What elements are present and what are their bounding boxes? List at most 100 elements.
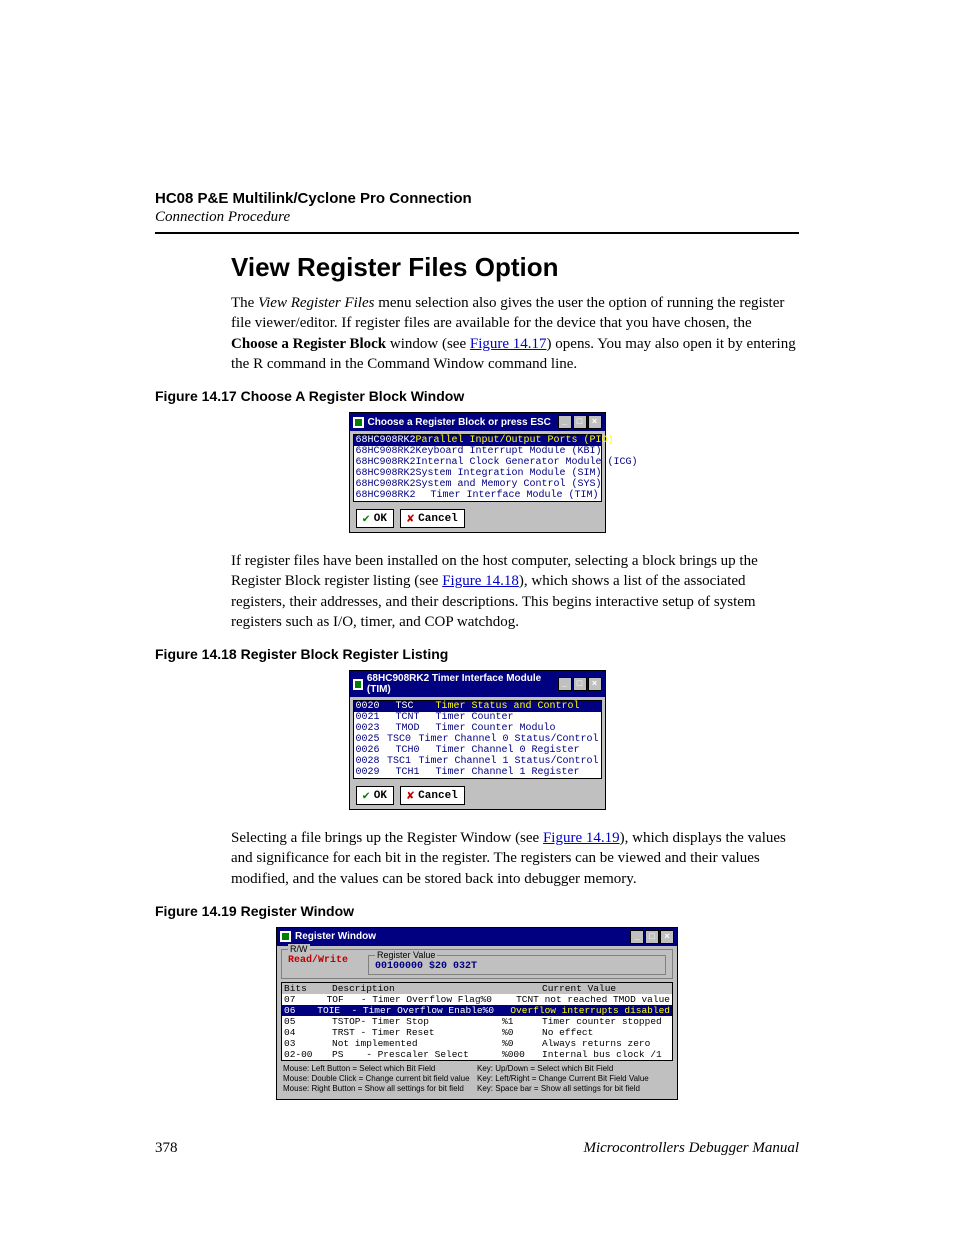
register-value-label: Register Value [375, 950, 437, 960]
list-item[interactable]: 68HC908RK2Timer Interface Module (TIM) [354, 490, 601, 501]
minimize-icon[interactable]: _ [558, 415, 572, 429]
page-number: 378 [155, 1140, 178, 1157]
fig18-titlebar: 68HC908RK2 Timer Interface Module (TIM) … [350, 671, 605, 697]
ok-label: OK [374, 513, 387, 525]
link-fig19[interactable]: Figure 14.19 [543, 830, 620, 846]
fig17-window-title: Choose a Register Block or press ESC [368, 417, 551, 428]
table-row[interactable]: 03Not implemented%0Always returns zero [282, 1038, 672, 1049]
maximize-icon[interactable]: □ [573, 415, 587, 429]
register-desc: Timer Channel 1 Register [436, 767, 599, 778]
list-item[interactable]: 68HC908RK2System and Memory Control (SYS… [354, 479, 601, 490]
cancel-label: Cancel [418, 513, 458, 525]
fig19-titlebar: Register Window _ □ × [277, 928, 677, 946]
window-buttons: _ □ × [557, 415, 602, 429]
fig19-container: Register Window _ □ × R/W Read/Write Reg… [155, 927, 799, 1100]
bit-meaning: No effect [542, 1027, 670, 1038]
manual-title: Microcontrollers Debugger Manual [583, 1140, 799, 1157]
cancel-button[interactable]: ✘Cancel [400, 786, 465, 805]
list-item[interactable]: 68HC908RK2Keyboard Interrupt Module (KBI… [354, 446, 601, 457]
register-name: TMOD [396, 723, 436, 734]
ok-button[interactable]: ✔OK [356, 786, 394, 805]
fig18-list[interactable]: 0020TSCTimer Status and Control0021TCNTT… [353, 700, 602, 779]
hint-line: Key: Left/Right = Change Current Bit Fie… [477, 1074, 671, 1084]
close-icon[interactable]: × [588, 677, 602, 691]
module-name: Keyboard Interrupt Module (KBI) [416, 446, 602, 457]
page: HC08 P&E Multilink/Cyclone Pro Connectio… [0, 0, 954, 1217]
rw-panel: R/W Read/Write Register Value 00100000 $… [281, 949, 673, 979]
module-name: System and Memory Control (SYS) [416, 479, 602, 490]
table-row[interactable]: 05TSTOP- Timer Stop%1Timer counter stopp… [282, 1016, 672, 1027]
bit-range: 06 [284, 1005, 317, 1016]
p1-italic: View Register Files [258, 295, 374, 311]
app-icon [280, 931, 291, 942]
para-1: The View Register Files menu selection a… [231, 293, 799, 374]
check-icon: ✔ [363, 511, 370, 526]
maximize-icon[interactable]: □ [573, 677, 587, 691]
list-item[interactable]: 0020TSCTimer Status and Control [354, 701, 601, 712]
rw-panel-row: Read/Write Register Value 00100000 $20 0… [288, 955, 666, 975]
bit-range: 02-00 [284, 1049, 332, 1060]
minimize-icon[interactable]: _ [630, 930, 644, 944]
device-name: 68HC908RK2 [356, 446, 416, 457]
fig17-button-row: ✔ OK ✘Cancel [350, 505, 605, 532]
bit-value: %0 [502, 1038, 542, 1049]
device-name: 68HC908RK2 [356, 468, 416, 479]
minimize-icon[interactable]: _ [558, 677, 572, 691]
table-header: BitsDescriptionCurrent Value [282, 983, 672, 994]
device-name: 68HC908RK2 [356, 435, 416, 446]
register-name: TCH0 [396, 745, 436, 756]
link-fig17[interactable]: Figure 14.17 [470, 336, 547, 352]
cancel-label: Cancel [418, 790, 458, 802]
p1-bold: Choose a Register Block [231, 336, 386, 352]
bit-value: %0 [502, 1027, 542, 1038]
register-name: TCNT [396, 712, 436, 723]
page-footer: 378 Microcontrollers Debugger Manual [155, 1140, 799, 1157]
hints-left: Mouse: Left Button = Select which Bit Fi… [283, 1064, 477, 1094]
bit-meaning: TCNT not reached TMOD value [516, 994, 670, 1005]
header-sub: Connection Procedure [155, 209, 799, 226]
list-item[interactable]: 0029TCH1Timer Channel 1 Register [354, 767, 601, 778]
ok-label: OK [374, 790, 387, 802]
p3-a: Selecting a file brings up the Register … [231, 830, 543, 846]
close-icon[interactable]: × [588, 415, 602, 429]
register-address: 0025 [356, 734, 387, 745]
list-item[interactable]: 0028TSC1Timer Channel 1 Status/Control [354, 756, 601, 767]
module-name: Parallel Input/Output Ports (PIO) [416, 435, 614, 446]
fig18-button-row: ✔OK ✘Cancel [350, 782, 605, 809]
register-address: 0021 [356, 712, 396, 723]
table-row[interactable]: 04TRST - Timer Reset%0No effect [282, 1027, 672, 1038]
hint-line: Mouse: Left Button = Select which Bit Fi… [283, 1064, 477, 1074]
ok-button[interactable]: ✔ OK [356, 509, 394, 528]
readwrite-value: Read/Write [288, 955, 368, 975]
bit-desc: PS - Prescaler Select [332, 1049, 502, 1060]
list-item[interactable]: 68HC908RK2Internal Clock Generator Modul… [354, 457, 601, 468]
fig17-window: Choose a Register Block or press ESC _ □… [349, 412, 606, 533]
table-row[interactable]: 06TOIE - Timer Overflow Enable%0Overflow… [282, 1005, 672, 1016]
fig18-container: 68HC908RK2 Timer Interface Module (TIM) … [155, 670, 799, 810]
register-address: 0026 [356, 745, 396, 756]
maximize-icon[interactable]: □ [645, 930, 659, 944]
app-icon [353, 679, 363, 690]
list-item[interactable]: 68HC908RK2Parallel Input/Output Ports (P… [354, 435, 601, 446]
list-item[interactable]: 0021TCNTTimer Counter [354, 712, 601, 723]
hint-line: Mouse: Right Button = Show all settings … [283, 1084, 477, 1094]
fig19-bit-table[interactable]: BitsDescriptionCurrent Value07TOF - Time… [281, 982, 673, 1061]
device-name: 68HC908RK2 [356, 490, 431, 501]
bit-meaning: Internal bus clock /1 [542, 1049, 670, 1060]
register-name: TSC0 [387, 734, 418, 745]
list-item[interactable]: 0023TMODTimer Counter Modulo [354, 723, 601, 734]
register-desc: Timer Channel 1 Status/Control [418, 756, 598, 767]
list-item[interactable]: 0025TSC0Timer Channel 0 Status/Control [354, 734, 601, 745]
bit-desc: TRST - Timer Reset [332, 1027, 502, 1038]
link-fig18[interactable]: Figure 14.18 [442, 573, 519, 589]
close-icon[interactable]: × [660, 930, 674, 944]
list-item[interactable]: 68HC908RK2System Integration Module (SIM… [354, 468, 601, 479]
table-row[interactable]: 07TOF - Timer Overflow Flag%0TCNT not re… [282, 994, 672, 1005]
cancel-button[interactable]: ✘Cancel [400, 509, 465, 528]
fig17-list[interactable]: 68HC908RK2Parallel Input/Output Ports (P… [353, 434, 602, 502]
table-row[interactable]: 02-00PS - Prescaler Select%000Internal b… [282, 1049, 672, 1060]
p1-c: window (see [386, 336, 470, 352]
register-desc: Timer Status and Control [436, 701, 599, 712]
fig18-window: 68HC908RK2 Timer Interface Module (TIM) … [349, 670, 606, 810]
list-item[interactable]: 0026TCH0Timer Channel 0 Register [354, 745, 601, 756]
